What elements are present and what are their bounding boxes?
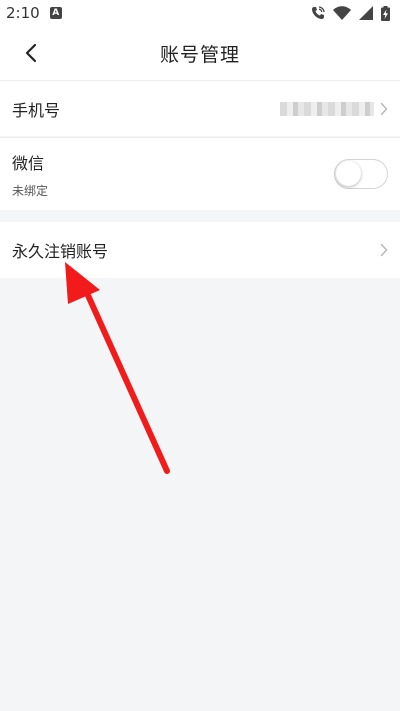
status-bar: 2:10 A (0, 0, 400, 26)
cancel-account-row[interactable]: 永久注销账号 (0, 222, 400, 278)
notification-badge-icon: A (49, 7, 62, 19)
nav-bar: 账号管理 (0, 26, 400, 80)
back-button[interactable] (14, 36, 48, 70)
phone-number-label: 手机号 (12, 100, 61, 120)
phone-number-row[interactable]: 手机号 (0, 80, 400, 136)
chevron-right-icon (380, 243, 388, 257)
phone-number-value-blurred (280, 101, 374, 116)
wechat-row: 微信 未绑定 (0, 137, 400, 210)
battery-charging-icon (381, 5, 390, 21)
status-icons (311, 5, 390, 21)
wechat-status: 未绑定 (12, 183, 49, 198)
phone-call-icon (312, 6, 325, 19)
page-title: 账号管理 (159, 43, 240, 66)
signal-icon (359, 6, 373, 20)
wifi-icon (333, 6, 351, 20)
status-time: 2:10 (6, 4, 40, 22)
wechat-label: 微信 (12, 153, 45, 173)
chevron-left-icon (25, 43, 37, 63)
cancel-account-label: 永久注销账号 (12, 242, 109, 261)
chevron-right-icon (380, 102, 388, 116)
wechat-bind-toggle[interactable] (334, 159, 388, 189)
toggle-knob (336, 161, 361, 186)
